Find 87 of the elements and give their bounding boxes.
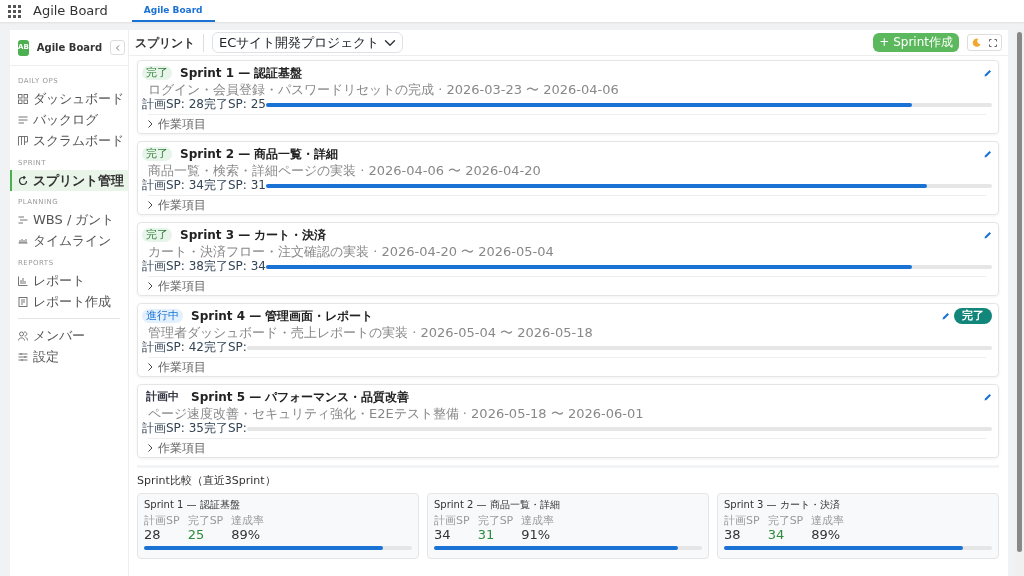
fullscreen-icon[interactable] — [989, 38, 997, 47]
stat-label: 完了SP — [187, 514, 224, 527]
story-points: 計画SP: 35完了SP: — [142, 422, 247, 435]
users-icon — [18, 330, 28, 341]
sidebar-item[interactable]: メンバー — [10, 325, 128, 346]
chevron-right-icon — [148, 201, 153, 209]
sprint-title: Sprint 1 — 認証基盤 — [180, 65, 303, 81]
chevron-right-icon — [148, 363, 153, 371]
refresh-icon — [18, 175, 28, 186]
sidebar-item[interactable]: ダッシュボード — [10, 88, 128, 110]
stat-value: 89% — [231, 526, 262, 542]
chevron-right-icon — [148, 444, 153, 452]
grid-icon — [18, 94, 28, 104]
expand-toggle[interactable]: 作業項目 — [142, 117, 212, 131]
story-points: 計画SP: 34完了SP: 31 — [142, 179, 266, 192]
status-label: 完了 — [142, 147, 172, 161]
sidebar-item[interactable]: WBS / ガント — [10, 209, 128, 231]
project-select[interactable]: ECサイト開発プロジェクト — [212, 32, 403, 53]
card-title: Sprint 1 — 認証基盤 — [144, 497, 241, 511]
card-title: Sprint 2 — 商品一覧・詳細 — [434, 497, 561, 511]
expand-toggle[interactable]: 作業項目 — [142, 441, 212, 455]
chevron-right-icon — [148, 120, 153, 128]
sidebar-item[interactable]: 設定 — [10, 346, 128, 367]
stat-value: 25 — [187, 526, 206, 542]
status-label: 完了 — [142, 66, 172, 80]
chevron-left-icon — [114, 44, 121, 51]
story-points: 計画SP: 38完了SP: 34 — [142, 260, 266, 273]
sprint-details: カート・決済フロー・注文確認の実装 · 2026-04-20 〜 2026-05-04 — [147, 244, 555, 260]
edit-icon[interactable] — [984, 393, 992, 401]
sprint-title: Sprint 2 — 商品一覧・詳細 — [180, 146, 339, 162]
stat-value: 91% — [521, 526, 552, 542]
gantt-icon — [18, 215, 28, 225]
stat-value: 34 — [434, 526, 452, 542]
sidebar-item[interactable]: バックログ — [10, 109, 128, 131]
stat-label: 完了SP — [767, 514, 804, 527]
board-icon — [18, 136, 28, 146]
status-label: 計画中 — [145, 390, 180, 404]
bar-chart-icon — [18, 275, 28, 286]
app-tab[interactable]: Agile Board — [131, 0, 215, 22]
sprint-details: ページ速度改善・セキュリティ強化・E2Eテスト整備 · 2026-05-18 〜 2026-06-01 — [147, 406, 645, 422]
sprint-title: Sprint 5 — パフォーマンス・品質改善 — [191, 389, 410, 405]
sidebar-item[interactable]: レポート作成 — [10, 291, 128, 312]
timeline-icon — [18, 236, 28, 246]
stat-value: 38 — [724, 526, 742, 542]
sprint-details: 商品一覧・検索・詳細ページの実装 · 2026-04-06 〜 2026-04-20 — [147, 163, 542, 179]
section-title: Sprint比較（直近3Sprint） — [137, 473, 277, 489]
story-points: 計画SP: 28完了SP: 25 — [142, 98, 266, 111]
stat-value: 28 — [144, 526, 162, 542]
list-icon — [18, 115, 28, 125]
expand-toggle[interactable]: 作業項目 — [142, 360, 212, 374]
sprint-title: Sprint 3 — カート・決済 — [180, 227, 327, 243]
expand-toggle[interactable]: 作業項目 — [142, 198, 212, 212]
sprint-title: Sprint 4 — 管理画面・レポート — [191, 308, 374, 324]
stat-value: 34 — [767, 526, 786, 542]
stat-label: 計画SP — [724, 514, 760, 527]
sidebar-item[interactable]: スプリント管理 — [10, 170, 128, 191]
stat-label: 計画SP — [434, 514, 470, 527]
sidebar-item[interactable]: レポート — [10, 270, 128, 291]
stat-label: 完了SP — [477, 514, 514, 527]
expand-toggle[interactable]: 作業項目 — [142, 279, 212, 293]
stat-label: 達成率 — [231, 514, 265, 527]
stat-value: 89% — [811, 526, 842, 542]
page-title: スプリント — [135, 33, 204, 52]
complete-button[interactable]: 完了 — [954, 308, 992, 324]
app-title: Agile Board — [33, 2, 108, 21]
status-label: 完了 — [142, 228, 172, 242]
stat-value: 31 — [477, 526, 496, 542]
edit-icon[interactable] — [984, 69, 992, 77]
stat-label: 計画SP — [144, 514, 180, 527]
brand-name: Agile Board — [36, 41, 103, 55]
scrollbar[interactable] — [1015, 30, 1024, 576]
chevron-right-icon — [148, 282, 153, 290]
sprint-details: ログイン・会員登録・パスワードリセットの完成 · 2026-03-23 〜 2026-04-06 — [147, 82, 620, 98]
settings-icon — [18, 351, 28, 362]
report-icon — [18, 296, 28, 307]
apps-grid-icon[interactable] — [8, 4, 21, 18]
sidebar-item[interactable]: スクラムボード — [10, 130, 128, 152]
edit-icon[interactable] — [984, 150, 992, 158]
stat-label: 達成率 — [521, 514, 555, 527]
edit-icon[interactable] — [942, 312, 950, 320]
status-label: 進行中 — [142, 309, 183, 323]
stat-label: 達成率 — [811, 514, 845, 527]
sprint-details: 管理者ダッシュボード・売上レポートの実装 · 2026-05-04 〜 2026-05-18 — [147, 325, 594, 341]
card-title: Sprint 3 — カート・決済 — [724, 497, 841, 511]
edit-icon[interactable] — [984, 231, 992, 239]
story-points: 計画SP: 42完了SP: — [142, 341, 247, 354]
sidebar-item[interactable]: タイムライン — [10, 230, 128, 252]
